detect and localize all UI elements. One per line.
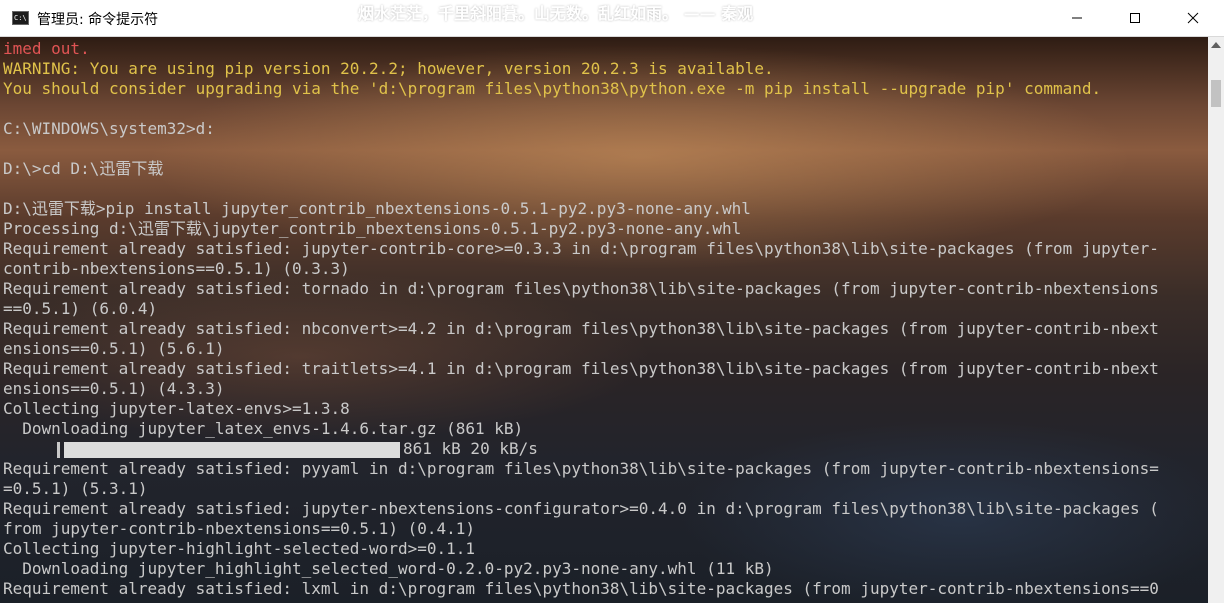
console-line: Requirement already satisfied: lxml in d… [3,579,1159,598]
console-line: D:\迅雷下载>pip install jupyter_contrib_nbex… [3,199,751,218]
console-line: You should consider upgrading via the 'd… [3,79,1102,98]
console-line: ==0.5.1) (6.0.4) [3,299,158,318]
download-progress-fill [64,442,400,458]
vertical-scrollbar[interactable] [1208,37,1224,603]
window-title: 管理员: 命令提示符 [37,12,159,28]
close-icon [1187,12,1199,24]
console-line: Processing d:\迅雷下载\jupyter_contrib_nbext… [3,219,742,238]
console-line: Downloading jupyter_latex_envs-1.4.6.tar… [3,419,524,438]
console-line: ensions==0.5.1) (4.3.3) [3,379,225,398]
download-progress-bar [64,442,400,458]
console-line: Requirement already satisfied: tornado i… [3,279,1159,298]
console-line: Requirement already satisfied: nbconvert… [3,319,1159,338]
console-line: Requirement already satisfied: jupyter-c… [3,239,1159,258]
console-line: C:\WINDOWS\system32>d: [3,119,215,138]
console-line: Requirement already satisfied: jupyter-n… [3,499,1159,518]
maximize-icon [1130,13,1140,23]
console-line: from jupyter-contrib-nbextensions==0.5.1… [3,519,476,538]
console-line: imed out. [3,39,90,58]
console-line: Collecting jupyter-highlight-selected-wo… [3,539,476,558]
console-line: Requirement already satisfied: pyyaml in… [3,459,1159,478]
close-button[interactable] [1164,0,1222,36]
minimize-button[interactable] [1048,0,1106,36]
scrollbar-thumb[interactable] [1211,80,1221,107]
maximize-button[interactable] [1106,0,1164,36]
console-line: ensions==0.5.1) (5.6.1) [3,339,225,358]
console-line: Requirement already satisfied: traitlets… [3,359,1159,378]
title-bar[interactable]: C:\ 管理员: 命令提示符 烟水茫茫，千里斜阳暮。山无数。乱红如雨。 —— 秦… [0,0,1224,37]
cmd-icon: C:\ [12,11,29,25]
console-line: =0.5.1) (5.3.1) [3,479,148,498]
download-progress-text: 861 kB 20 kB/s [403,439,538,458]
poem-overlay: 烟水茫茫，千里斜阳暮。山无数。乱红如雨。 —— 秦观 [358,4,754,23]
progress-bar-edge [57,442,60,458]
console-line: Collecting jupyter-latex-envs>=1.3.8 [3,399,350,418]
minimize-icon [1072,17,1082,19]
console-output[interactable]: imed out. WARNING: You are using pip vers… [0,37,1208,603]
console-line: WARNING: You are using pip version 20.2.… [3,59,774,78]
scroll-up-arrow-icon[interactable] [1211,42,1221,48]
console-line: D:\>cd D:\迅雷下载 [3,159,164,178]
console-line: Downloading jupyter_highlight_selected_w… [3,559,774,578]
console-line: contrib-nbextensions==0.5.1) (0.3.3) [3,259,350,278]
